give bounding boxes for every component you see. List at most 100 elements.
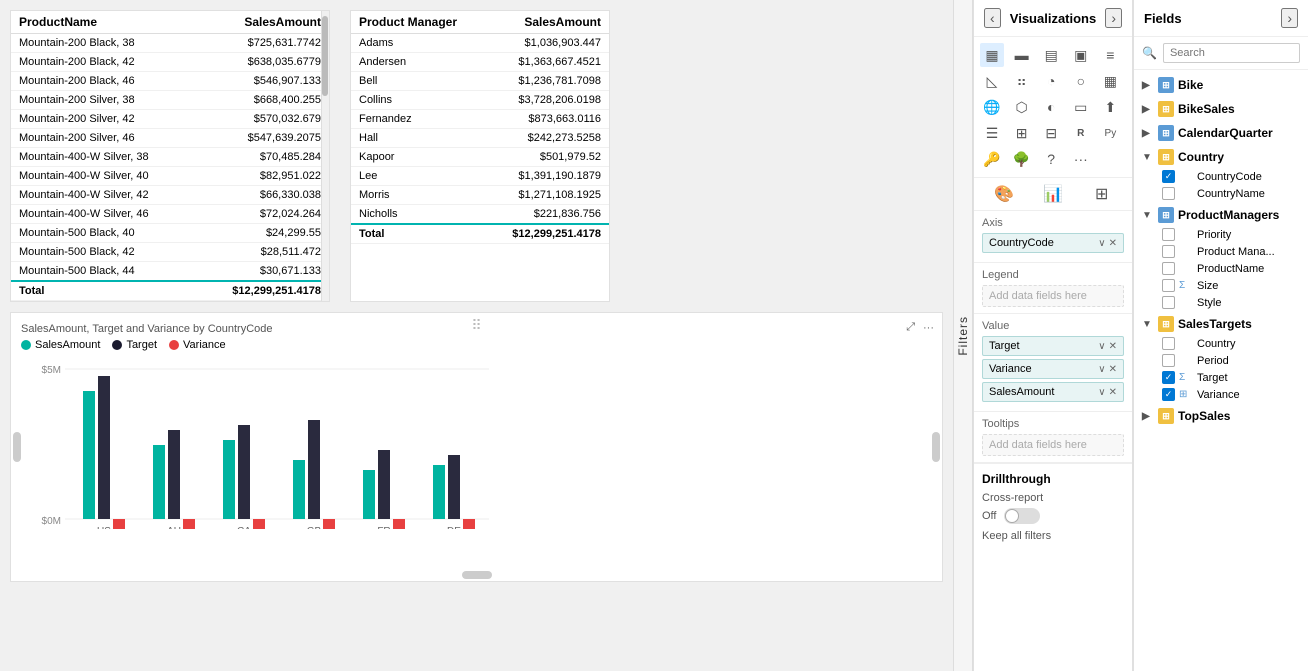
viz-tooltips-section: Tooltips Add data fields here bbox=[974, 412, 1132, 463]
field-item[interactable]: Period bbox=[1142, 352, 1308, 369]
field-checkbox[interactable] bbox=[1162, 187, 1175, 200]
chart-type-card[interactable]: ▭ bbox=[1069, 95, 1093, 119]
axis-expand-btn[interactable]: ∨ bbox=[1098, 238, 1105, 249]
viz-analytics-btn[interactable]: 📊 bbox=[1041, 182, 1065, 206]
axis-remove-btn[interactable]: ✕ bbox=[1109, 238, 1117, 249]
value-field-variance[interactable]: Variance ∨ ✕ bbox=[982, 359, 1124, 379]
field-item[interactable]: ✓ ⊞ Variance bbox=[1142, 386, 1308, 403]
value-target-expand-btn[interactable]: ∨ bbox=[1098, 341, 1105, 352]
field-type-icon: Σ bbox=[1179, 372, 1193, 383]
right-table[interactable]: Product Manager SalesAmount Adams$1,036,… bbox=[350, 10, 610, 302]
field-group-header-salestargets[interactable]: ▼ ⊞ SalesTargets bbox=[1134, 313, 1308, 335]
chart-type-100pct[interactable]: ▣ bbox=[1069, 43, 1093, 67]
field-group-items-salestargets: Country Period ✓ Σ Target ✓ ⊞ Variance bbox=[1134, 335, 1308, 403]
chart-type-decomp-tree[interactable]: 🌳 bbox=[1010, 147, 1034, 171]
chart-type-bar-clustered[interactable]: ▦ bbox=[980, 43, 1004, 67]
field-group-header-bike[interactable]: ▶ ⊞ Bike bbox=[1134, 74, 1308, 96]
field-group-header-topsales[interactable]: ▶ ⊞ TopSales bbox=[1134, 405, 1308, 427]
scrollbar-thumb[interactable] bbox=[322, 16, 328, 96]
chart-type-map[interactable]: 🌐 bbox=[980, 95, 1004, 119]
cell-sales: $725,631.7742 bbox=[196, 34, 329, 53]
field-item[interactable]: CountryName bbox=[1142, 185, 1308, 202]
field-checkbox[interactable] bbox=[1162, 228, 1175, 241]
chart-type-bar[interactable]: ▬ bbox=[1010, 43, 1034, 67]
viz-nav-forward-button[interactable]: › bbox=[1105, 8, 1122, 28]
filters-panel[interactable]: Filters bbox=[953, 0, 973, 671]
field-checkbox[interactable] bbox=[1162, 279, 1175, 292]
chart-type-table[interactable]: ⊞ bbox=[1010, 121, 1034, 145]
left-table[interactable]: ProductName SalesAmount Mountain-200 Bla… bbox=[10, 10, 330, 302]
chart-type-more[interactable]: ··· bbox=[1069, 147, 1093, 171]
chart-type-filled-map[interactable]: ⬡ bbox=[1010, 95, 1034, 119]
field-group-header-calendarquarter[interactable]: ▶ ⊞ CalendarQuarter bbox=[1134, 122, 1308, 144]
drillthrough-toggle[interactable] bbox=[1004, 508, 1040, 524]
field-item[interactable]: Style bbox=[1142, 294, 1308, 311]
viz-legend-add[interactable]: Add data fields here bbox=[982, 285, 1124, 307]
value-salesamount-expand-btn[interactable]: ∨ bbox=[1098, 387, 1105, 398]
viz-tooltips-add[interactable]: Add data fields here bbox=[982, 434, 1124, 456]
field-item[interactable]: Priority bbox=[1142, 226, 1308, 243]
chart-type-stacked[interactable]: ▤ bbox=[1039, 43, 1063, 67]
field-item[interactable]: Product Mana... bbox=[1142, 243, 1308, 260]
field-checkbox[interactable] bbox=[1162, 262, 1175, 275]
field-checkbox[interactable] bbox=[1162, 337, 1175, 350]
field-group-header-country[interactable]: ▼ ⊞ Country bbox=[1134, 146, 1308, 168]
chart-type-key-influencers[interactable]: 🔑 bbox=[980, 147, 1004, 171]
field-group-header-bikesales[interactable]: ▶ ⊞ BikeSales bbox=[1134, 98, 1308, 120]
chart-type-python[interactable]: Py bbox=[1098, 121, 1122, 145]
total-row: Total$12,299,251.4178 bbox=[11, 281, 329, 301]
field-checkbox[interactable] bbox=[1162, 296, 1175, 309]
chart-type-kpi[interactable]: ⬆ bbox=[1098, 95, 1122, 119]
chart-expand-button[interactable]: ⤢ bbox=[904, 319, 917, 336]
scrollbar-track[interactable] bbox=[321, 11, 329, 301]
chart-resize-right[interactable] bbox=[932, 432, 940, 462]
axis-field-countrycode[interactable]: CountryCode ∨ ✕ bbox=[982, 233, 1124, 253]
drillthrough-toggle-state: Off bbox=[982, 510, 996, 522]
field-item[interactable]: ProductName bbox=[1142, 260, 1308, 277]
svg-text:AU: AU bbox=[167, 526, 181, 529]
field-checkbox[interactable] bbox=[1162, 245, 1175, 258]
chart-resize-bottom[interactable] bbox=[462, 571, 492, 579]
field-item[interactable]: ✓ Σ Target bbox=[1142, 369, 1308, 386]
field-group-header-productmanagers[interactable]: ▼ ⊞ ProductManagers bbox=[1134, 204, 1308, 226]
field-item[interactable]: Country bbox=[1142, 335, 1308, 352]
table-row: Lee$1,391,190.1879 bbox=[351, 167, 609, 186]
viz-fields-btn[interactable]: ⊞ bbox=[1090, 182, 1114, 206]
viz-legend-section: Legend Add data fields here bbox=[974, 263, 1132, 314]
chart-resize-left[interactable] bbox=[13, 432, 21, 462]
chart-type-r[interactable]: R bbox=[1069, 121, 1093, 145]
field-checkbox[interactable]: ✓ bbox=[1162, 388, 1175, 401]
value-field-salesamount[interactable]: SalesAmount ∨ ✕ bbox=[982, 382, 1124, 402]
chart-type-area[interactable]: ◺ bbox=[980, 69, 1004, 93]
chart-type-pie[interactable]: ◔ bbox=[1039, 69, 1063, 93]
value-variance-expand-btn[interactable]: ∨ bbox=[1098, 364, 1105, 375]
chart-type-treemap[interactable]: ▦ bbox=[1098, 69, 1122, 93]
chart-drag-handle[interactable]: ⠿ bbox=[471, 317, 481, 334]
viz-header: ‹ Visualizations › bbox=[974, 0, 1132, 37]
fields-search-input[interactable] bbox=[1163, 43, 1300, 63]
field-item-label: Product Mana... bbox=[1197, 246, 1275, 258]
viz-nav-back-button[interactable]: ‹ bbox=[984, 8, 1001, 28]
chevron-icon: ▶ bbox=[1142, 128, 1154, 139]
fields-search-row: 🔍 bbox=[1134, 37, 1308, 70]
chart-type-line[interactable]: ≡ bbox=[1098, 43, 1122, 67]
field-checkbox[interactable]: ✓ bbox=[1162, 170, 1175, 183]
field-item[interactable]: Σ Size bbox=[1142, 277, 1308, 294]
value-field-salesamount-name: SalesAmount bbox=[989, 386, 1054, 398]
field-checkbox[interactable]: ✓ bbox=[1162, 371, 1175, 384]
chart-more-button[interactable]: ··· bbox=[921, 319, 936, 336]
chart-type-scatter[interactable]: ⠶ bbox=[1010, 69, 1034, 93]
chart-type-gauge[interactable]: ◐ bbox=[1039, 95, 1063, 119]
chart-type-slicer[interactable]: ☰ bbox=[980, 121, 1004, 145]
viz-format-btn[interactable]: 🎨 bbox=[992, 182, 1016, 206]
value-variance-remove-btn[interactable]: ✕ bbox=[1109, 364, 1117, 375]
fields-nav-button[interactable]: › bbox=[1281, 8, 1298, 28]
value-salesamount-remove-btn[interactable]: ✕ bbox=[1109, 387, 1117, 398]
value-field-target[interactable]: Target ∨ ✕ bbox=[982, 336, 1124, 356]
field-item[interactable]: ✓ CountryCode bbox=[1142, 168, 1308, 185]
chart-type-donut[interactable]: ○ bbox=[1069, 69, 1093, 93]
chart-type-matrix[interactable]: ⊟ bbox=[1039, 121, 1063, 145]
field-checkbox[interactable] bbox=[1162, 354, 1175, 367]
chart-type-qa[interactable]: ? bbox=[1039, 147, 1063, 171]
value-target-remove-btn[interactable]: ✕ bbox=[1109, 341, 1117, 352]
